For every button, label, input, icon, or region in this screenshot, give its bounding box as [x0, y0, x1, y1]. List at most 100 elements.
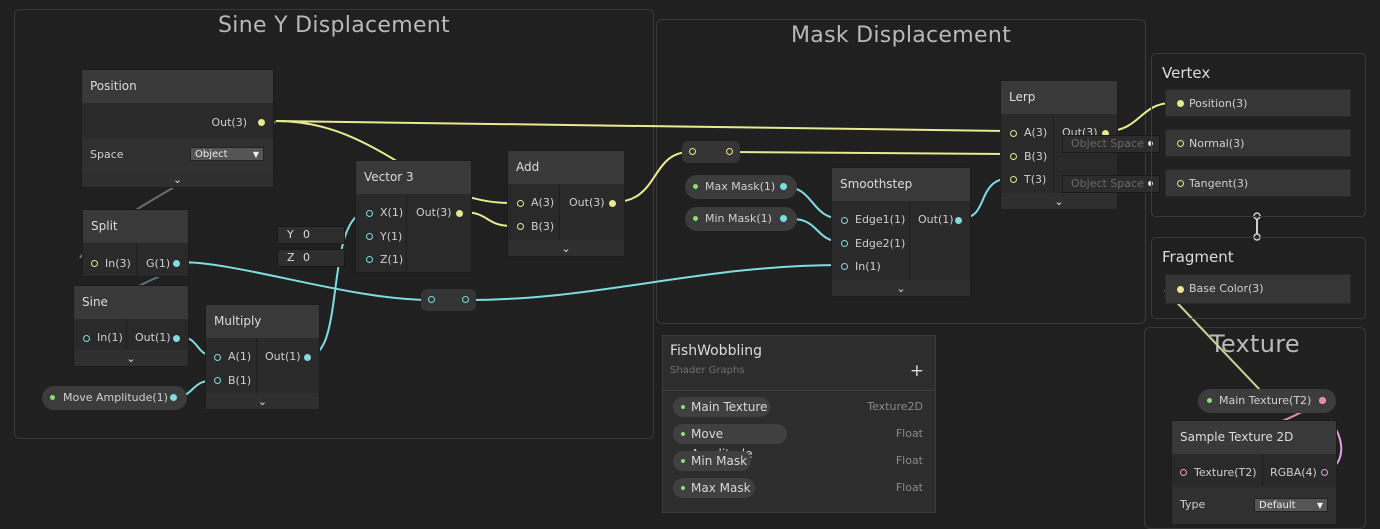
type-value: Default	[1259, 500, 1296, 511]
min-mask-property-node[interactable]: Min Mask(1)	[685, 207, 797, 231]
fragment-slot-base-color[interactable]: Base Color(3)	[1165, 274, 1351, 304]
blackboard-property-pill[interactable]: Min Mask	[673, 451, 751, 471]
tangent-space-field[interactable]: Object Space	[1062, 175, 1160, 193]
fragment-master-context[interactable]: Fragment Base Color(3)	[1151, 237, 1366, 319]
blackboard-property-name: Main Texture	[691, 400, 768, 414]
vertex-master-context[interactable]: Vertex Position(3) Normal(3) Tangent(3)	[1151, 53, 1366, 217]
sample-texture-in-dot[interactable]	[1180, 469, 1187, 476]
node-title: Position	[82, 70, 273, 103]
smoothstep-edge1-port: Edge1(1)	[855, 213, 906, 226]
lerp-t-port: T(3)	[1024, 173, 1047, 186]
collapse-chevron-icon[interactable]: ⌄	[258, 395, 267, 408]
smoothstep-edge1-dot[interactable]	[841, 217, 848, 224]
lerp-b-port: B(3)	[1024, 150, 1048, 163]
add-b-dot[interactable]	[517, 223, 524, 230]
move-amplitude-property-node[interactable]: Move Amplitude(1)	[42, 386, 187, 410]
multiply-b-dot[interactable]	[214, 377, 221, 384]
position-node[interactable]: Position Out(3) Space Object ▼ ⌄	[81, 69, 274, 188]
vector3-node[interactable]: Vector 3 X(1) Y(1) Z(1) Out(3)	[355, 160, 472, 273]
sine-node[interactable]: Sine In(1) Out(1) ⌄	[73, 285, 189, 367]
slot-dot[interactable]	[1177, 140, 1184, 147]
sample-texture-rgba-dot[interactable]	[1321, 469, 1328, 476]
vector3-z-dot[interactable]	[366, 256, 373, 263]
property-out-dot[interactable]	[780, 183, 787, 190]
slot-label: Base Color(3)	[1189, 282, 1264, 295]
multiply-out-dot[interactable]	[304, 354, 311, 361]
reroute-in-dot[interactable]	[689, 148, 696, 155]
type-dropdown[interactable]: Default ▼	[1254, 498, 1328, 512]
vector3-y-dot[interactable]	[366, 233, 373, 240]
slot-dot[interactable]	[1177, 180, 1184, 187]
sine-in-dot[interactable]	[83, 335, 90, 342]
node-title: Smoothstep	[832, 168, 970, 201]
reroute-node-float[interactable]	[421, 289, 476, 311]
smoothstep-node[interactable]: Smoothstep Edge1(1) Edge2(1) In(1) Out(1…	[831, 167, 971, 297]
position-out-dot[interactable]	[258, 119, 265, 126]
vector3-x-dot[interactable]	[366, 210, 373, 217]
collapse-chevron-icon[interactable]: ⌄	[1054, 195, 1063, 208]
lerp-b-dot[interactable]	[1010, 153, 1017, 160]
reroute-in-dot[interactable]	[428, 296, 435, 303]
node-title: Add	[508, 151, 624, 184]
vector3-out-dot[interactable]	[456, 210, 463, 217]
add-b-port: B(3)	[531, 220, 555, 233]
blackboard-property-pill[interactable]: Move Amplitude	[673, 424, 787, 461]
blackboard-property-pill[interactable]: Main Texture	[673, 397, 770, 417]
vertex-slot-normal[interactable]: Normal(3)	[1165, 129, 1351, 157]
blackboard-property-type: Float	[895, 481, 923, 494]
sine-out-port: Out(1)	[135, 331, 171, 344]
add-a-dot[interactable]	[517, 200, 524, 207]
space-value: Object	[195, 149, 228, 160]
smoothstep-edge2-dot[interactable]	[841, 240, 848, 247]
smoothstep-in-dot[interactable]	[841, 263, 848, 270]
vector3-z-field[interactable]: Z 0	[277, 249, 345, 267]
reroute-out-dot[interactable]	[726, 148, 733, 155]
property-out-dot[interactable]	[1319, 397, 1326, 404]
sine-out-dot[interactable]	[173, 335, 180, 342]
add-property-button[interactable]: +	[910, 361, 924, 381]
reroute-out-dot[interactable]	[462, 296, 469, 303]
sample-texture-2d-node[interactable]: Sample Texture 2D Texture(T2) RGBA(4) Ty…	[1171, 420, 1337, 524]
smoothstep-edge2-port: Edge2(1)	[855, 237, 906, 250]
blackboard-panel[interactable]: FishWobbling Shader Graphs + Main Textur…	[662, 335, 936, 513]
collapse-chevron-icon[interactable]: ⌄	[126, 352, 135, 365]
collapse-chevron-icon[interactable]: ⌄	[561, 242, 570, 255]
wire-reroute-smoothstep	[467, 264, 843, 301]
max-mask-property-node[interactable]: Max Mask(1)	[685, 175, 797, 199]
split-node[interactable]: Split In(3) G(1)	[82, 209, 189, 277]
blackboard-property-type: Texture2D	[867, 400, 923, 413]
collapse-chevron-icon[interactable]: ⌄	[896, 282, 905, 295]
lerp-t-dot[interactable]	[1010, 176, 1017, 183]
slot-dot[interactable]	[1177, 100, 1184, 107]
reroute-node-vector[interactable]	[682, 141, 740, 163]
split-in-dot[interactable]	[91, 260, 98, 267]
property-label: Max Mask(1)	[705, 180, 776, 193]
slot-dot[interactable]	[1177, 286, 1184, 293]
blackboard-property-row[interactable]: Main Texture Texture2D	[673, 397, 923, 417]
main-texture-property-node[interactable]: Main Texture(T2)	[1198, 389, 1336, 413]
multiply-node[interactable]: Multiply A(1) B(1) Out(1) ⌄	[205, 304, 320, 410]
lerp-a-dot[interactable]	[1010, 130, 1017, 137]
vertex-slot-tangent[interactable]: Tangent(3)	[1165, 169, 1351, 197]
vector3-y-port: Y(1)	[380, 230, 403, 243]
blackboard-property-row[interactable]: Min Mask Float	[673, 451, 923, 471]
blackboard-property-row[interactable]: Move Amplitude Float	[673, 424, 923, 461]
vertex-slot-position[interactable]: Position(3)	[1165, 89, 1351, 117]
multiply-a-dot[interactable]	[214, 354, 221, 361]
wire-position-lerp	[275, 120, 1006, 132]
add-node[interactable]: Add A(3) B(3) Out(3) ⌄	[507, 150, 625, 257]
normal-space-field[interactable]: Object Space	[1062, 135, 1160, 153]
collapse-chevron-icon[interactable]: ⌄	[173, 173, 182, 186]
blackboard-property-pill[interactable]: Max Mask	[673, 478, 755, 498]
add-out-dot[interactable]	[609, 200, 616, 207]
vector3-y-field[interactable]: Y 0	[277, 226, 345, 244]
space-dropdown[interactable]: Object ▼	[190, 147, 264, 161]
property-out-dot[interactable]	[780, 215, 787, 222]
blackboard-property-row[interactable]: Max Mask Float	[673, 478, 923, 498]
type-label: Type	[1180, 498, 1206, 511]
add-a-port: A(3)	[531, 196, 555, 209]
property-out-dot[interactable]	[170, 394, 177, 401]
smoothstep-out-dot[interactable]	[955, 217, 962, 224]
split-g-dot[interactable]	[173, 260, 180, 267]
property-dot	[681, 432, 685, 436]
